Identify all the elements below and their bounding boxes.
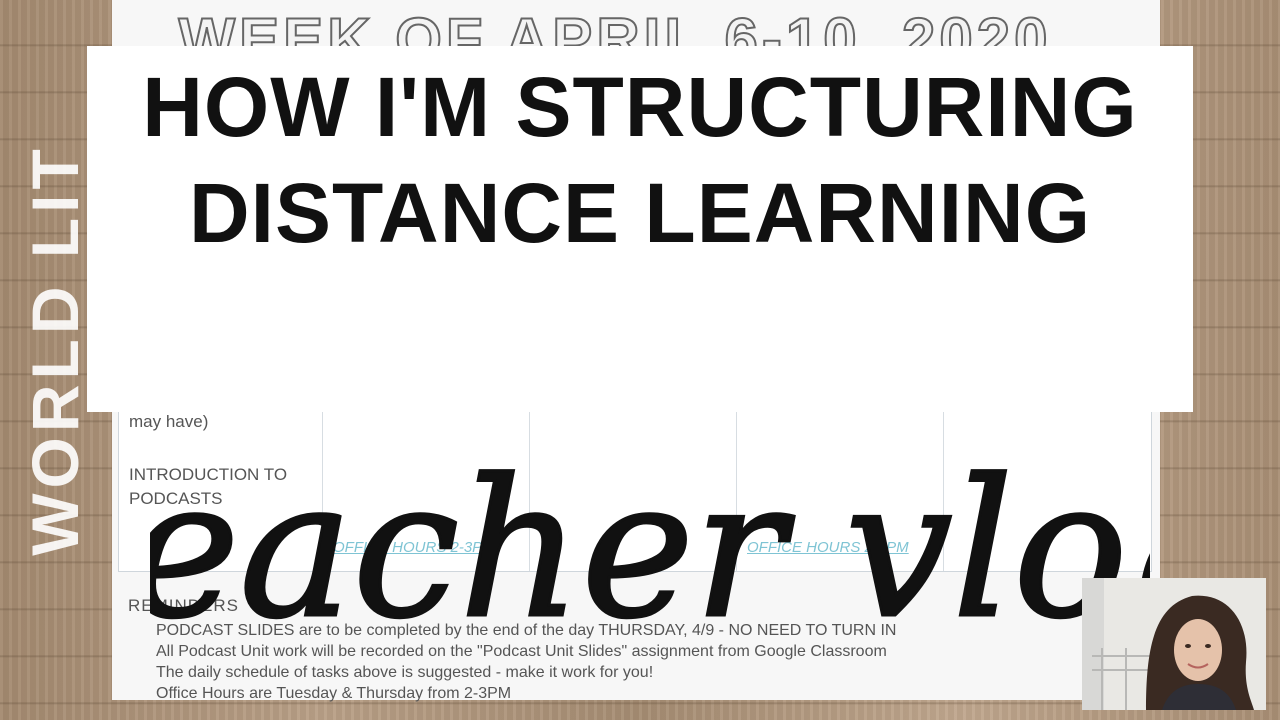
presenter-image	[1082, 578, 1266, 710]
script-title-text: teacher vlog	[150, 445, 1150, 660]
script-title: teacher vlog	[150, 445, 1150, 662]
headline: HOW I'M STRUCTURING DISTANCE LEARNING	[142, 60, 1138, 260]
side-label-text: WORLD LIT	[18, 144, 92, 556]
webcam-overlay	[1082, 578, 1266, 710]
side-label: WORLD LIT	[18, 85, 92, 615]
cell-partial-text: may have)	[129, 412, 209, 431]
